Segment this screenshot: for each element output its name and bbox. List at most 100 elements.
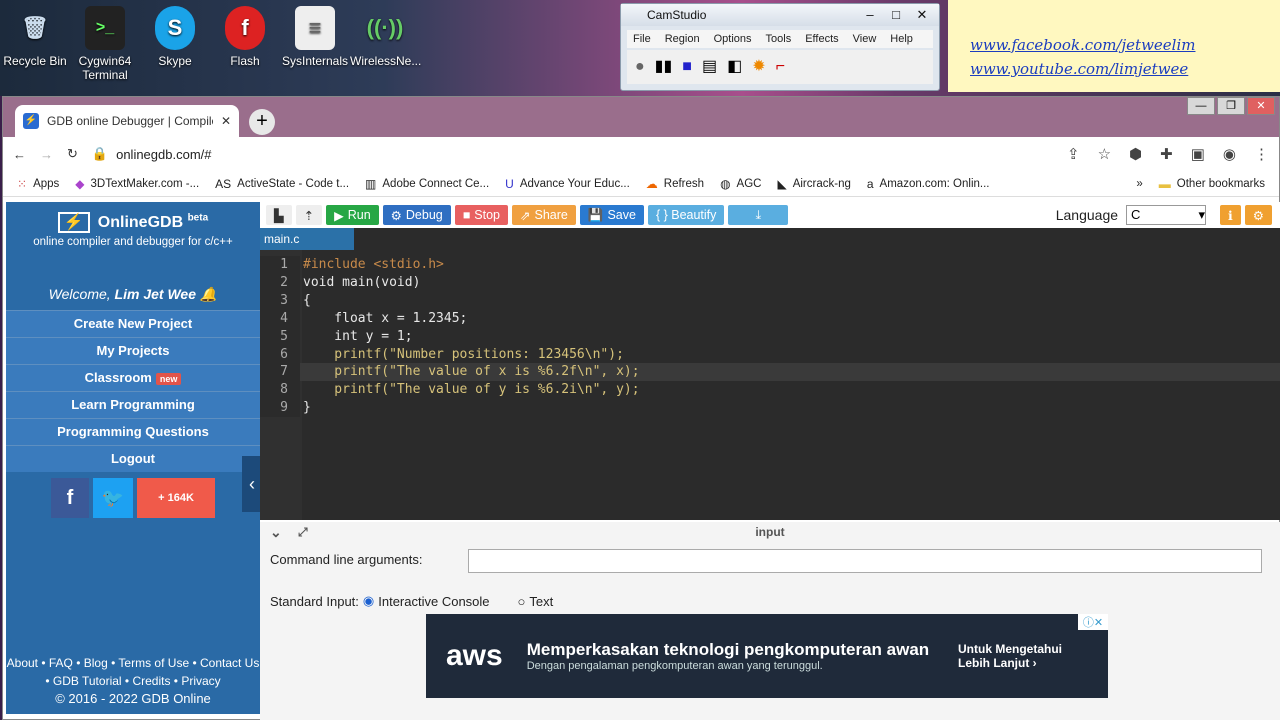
collapse-icon[interactable]: ⌄ xyxy=(270,522,282,542)
input-header: input xyxy=(755,525,785,539)
close-icon[interactable]: ✕ xyxy=(909,4,935,24)
menu-view[interactable]: View xyxy=(853,30,877,48)
region-icon[interactable]: ▤ xyxy=(702,59,717,75)
menu-options[interactable]: Options xyxy=(714,30,752,48)
beautify-button[interactable]: { } Beautify xyxy=(647,205,725,225)
cygwin-icon[interactable]: >_ Cygwin64 Terminal xyxy=(70,6,140,82)
radio-interactive[interactable]: ◉ xyxy=(363,593,374,609)
back-icon[interactable]: ← xyxy=(13,147,26,162)
minimize-button[interactable]: – xyxy=(857,4,883,24)
menu-file[interactable]: File xyxy=(633,30,651,48)
address-bar[interactable]: 🔒 onlinegdb.com/# xyxy=(92,146,1053,162)
welcome-message: Welcome, Lim Jet Wee 🔔 xyxy=(48,286,218,302)
bookmark-amazon[interactable]: a Amazon.com: Onlin... xyxy=(867,177,990,191)
code-line: 3{ xyxy=(260,291,1280,310)
close-tab-icon[interactable]: ✕ xyxy=(221,114,231,128)
folder-icon: ▬ xyxy=(1158,176,1171,191)
share-count-button[interactable]: + 164K xyxy=(137,478,215,518)
stop-button[interactable]: ■ Stop xyxy=(454,205,509,225)
bookmark-agc[interactable]: ◍ AGC xyxy=(720,177,761,191)
extension-icon[interactable]: ⬢ xyxy=(1129,145,1142,163)
nav-logout[interactable]: Logout xyxy=(6,445,260,472)
menu-effects[interactable]: Effects xyxy=(805,30,838,48)
expand-icon[interactable]: ⤢ xyxy=(298,522,308,542)
browser-tab[interactable]: ⚡ GDB online Debugger | Compile ✕ xyxy=(15,105,239,137)
wireless-icon[interactable]: ((·)) WirelessNe... xyxy=(350,6,421,68)
skype-icon[interactable]: S Skype xyxy=(140,6,210,68)
avatar[interactable]: ◉ xyxy=(1223,145,1236,163)
cmd-args-label: Command line arguments: xyxy=(270,552,423,567)
share-button[interactable]: ⇗ Share xyxy=(512,205,576,225)
language-select[interactable]: C ▾ xyxy=(1126,205,1207,225)
ad-cta[interactable]: Untuk Mengetahui Lebih Lanjut › xyxy=(958,642,1088,670)
ad-banner[interactable]: aws Memperkasakan teknologi pengkomputer… xyxy=(426,614,1108,698)
bookmark-apps[interactable]: ⁙ Apps xyxy=(17,177,59,191)
flash-icon[interactable]: f Flash xyxy=(210,6,280,68)
text-option-label[interactable]: Text xyxy=(529,594,553,609)
annotate-icon[interactable]: ⌐ xyxy=(776,59,785,75)
nav-learn-programming[interactable]: Learn Programming xyxy=(6,391,260,418)
nav-classroom[interactable]: Classroom new xyxy=(6,364,260,391)
collapse-sidebar-button[interactable]: ‹ xyxy=(242,456,262,512)
youtube-link[interactable]: www.youtube.com/limjetwee xyxy=(970,60,1280,78)
upload-button[interactable]: ⇡ xyxy=(295,205,323,225)
bookmark-aircrack[interactable]: ◣ Aircrack-ng xyxy=(777,177,850,191)
stop-icon[interactable]: ■ xyxy=(682,59,692,75)
recycle-bin-icon[interactable]: 🗑 Recycle Bin xyxy=(0,6,70,68)
bookmark-adobe[interactable]: ▥ Adobe Connect Ce... xyxy=(365,177,489,191)
star-icon[interactable]: ☆ xyxy=(1098,145,1111,163)
file-tab-main[interactable]: main.c xyxy=(260,228,354,250)
aircrack-icon: ◣ xyxy=(777,176,787,191)
nav-programming-questions[interactable]: Programming Questions xyxy=(6,418,260,445)
maximize-button[interactable]: □ xyxy=(883,4,909,24)
share-icon[interactable]: ⇪ xyxy=(1067,145,1080,163)
footer-links[interactable]: About • FAQ • Blog • Terms of Use • Cont… xyxy=(6,654,260,672)
sysinternals-icon[interactable]: ≡ SysInternals xyxy=(280,6,350,68)
nav-create-new-project[interactable]: Create New Project xyxy=(6,310,260,337)
ad-info-close-icon[interactable]: ⓘ✕ xyxy=(1078,614,1108,630)
debug-button[interactable]: ⚙ Debug xyxy=(382,205,451,225)
menu-help[interactable]: Help xyxy=(890,30,913,48)
save-button[interactable]: 💾 Save xyxy=(579,205,644,225)
new-tab-button[interactable]: + xyxy=(249,109,275,135)
sidepanel-icon[interactable]: ▣ xyxy=(1191,145,1205,163)
settings-icon[interactable]: ✹ xyxy=(752,59,765,75)
reload-icon[interactable]: ↻ xyxy=(67,146,78,162)
menu-region[interactable]: Region xyxy=(665,30,700,48)
new-badge: new xyxy=(155,372,182,385)
forward-icon[interactable]: → xyxy=(40,147,53,162)
download-button[interactable]: ⤓ xyxy=(728,205,789,225)
interactive-console-label[interactable]: Interactive Console xyxy=(378,594,489,609)
close-window-button[interactable]: ✕ xyxy=(1247,97,1275,115)
footer-links-2[interactable]: • GDB Tutorial • Credits • Privacy xyxy=(6,672,260,690)
maximize-button[interactable]: ❐ xyxy=(1217,97,1245,115)
bookmark-3dtextmaker[interactable]: ◆ 3DTextMaker.com -... xyxy=(75,177,199,191)
bookmark-activestate[interactable]: AS ActiveState - Code t... xyxy=(215,177,349,191)
nav-my-projects[interactable]: My Projects xyxy=(6,337,260,364)
settings-button[interactable]: ⚙ xyxy=(1244,205,1272,225)
bell-icon[interactable]: 🔔 xyxy=(200,286,217,302)
minimize-button[interactable]: — xyxy=(1187,97,1215,115)
facebook-share-button[interactable]: f xyxy=(51,478,89,518)
code-line: 8 printf("The value of y is %6.2i\n", y)… xyxy=(260,381,1280,400)
menu-icon[interactable]: ⋮ xyxy=(1254,145,1269,163)
camstudio-window: CamStudio – □ ✕ File Region Options Tool… xyxy=(620,3,940,91)
facebook-link[interactable]: www.facebook.com/jetweelim xyxy=(970,36,1280,54)
code-editor[interactable]: 1 #include <stdio.h> 2 void main(void) 3{ … xyxy=(260,250,1280,418)
cmd-args-input[interactable] xyxy=(468,549,1262,573)
bookmark-udacity[interactable]: U Advance Your Educ... xyxy=(505,177,630,191)
record-icon[interactable]: ● xyxy=(635,59,645,75)
pause-icon[interactable]: ▮▮ xyxy=(655,59,673,75)
run-button[interactable]: ▶ Run xyxy=(326,205,379,225)
other-bookmarks[interactable]: ▬ Other bookmarks xyxy=(1159,177,1265,191)
username[interactable]: Lim Jet Wee xyxy=(115,286,196,302)
info-button[interactable]: ℹ xyxy=(1220,205,1241,225)
options-icon[interactable]: ◧ xyxy=(727,59,742,75)
twitter-share-button[interactable]: 🐦 xyxy=(93,478,133,518)
new-file-button[interactable]: ▙ xyxy=(266,205,292,225)
bookmarks-overflow[interactable]: » xyxy=(1136,178,1142,190)
puzzle-icon[interactable]: ✚ xyxy=(1160,145,1173,163)
radio-text[interactable]: ○ xyxy=(518,594,526,609)
menu-tools[interactable]: Tools xyxy=(766,30,792,48)
bookmark-refresh[interactable]: ☁ Refresh xyxy=(646,177,704,191)
